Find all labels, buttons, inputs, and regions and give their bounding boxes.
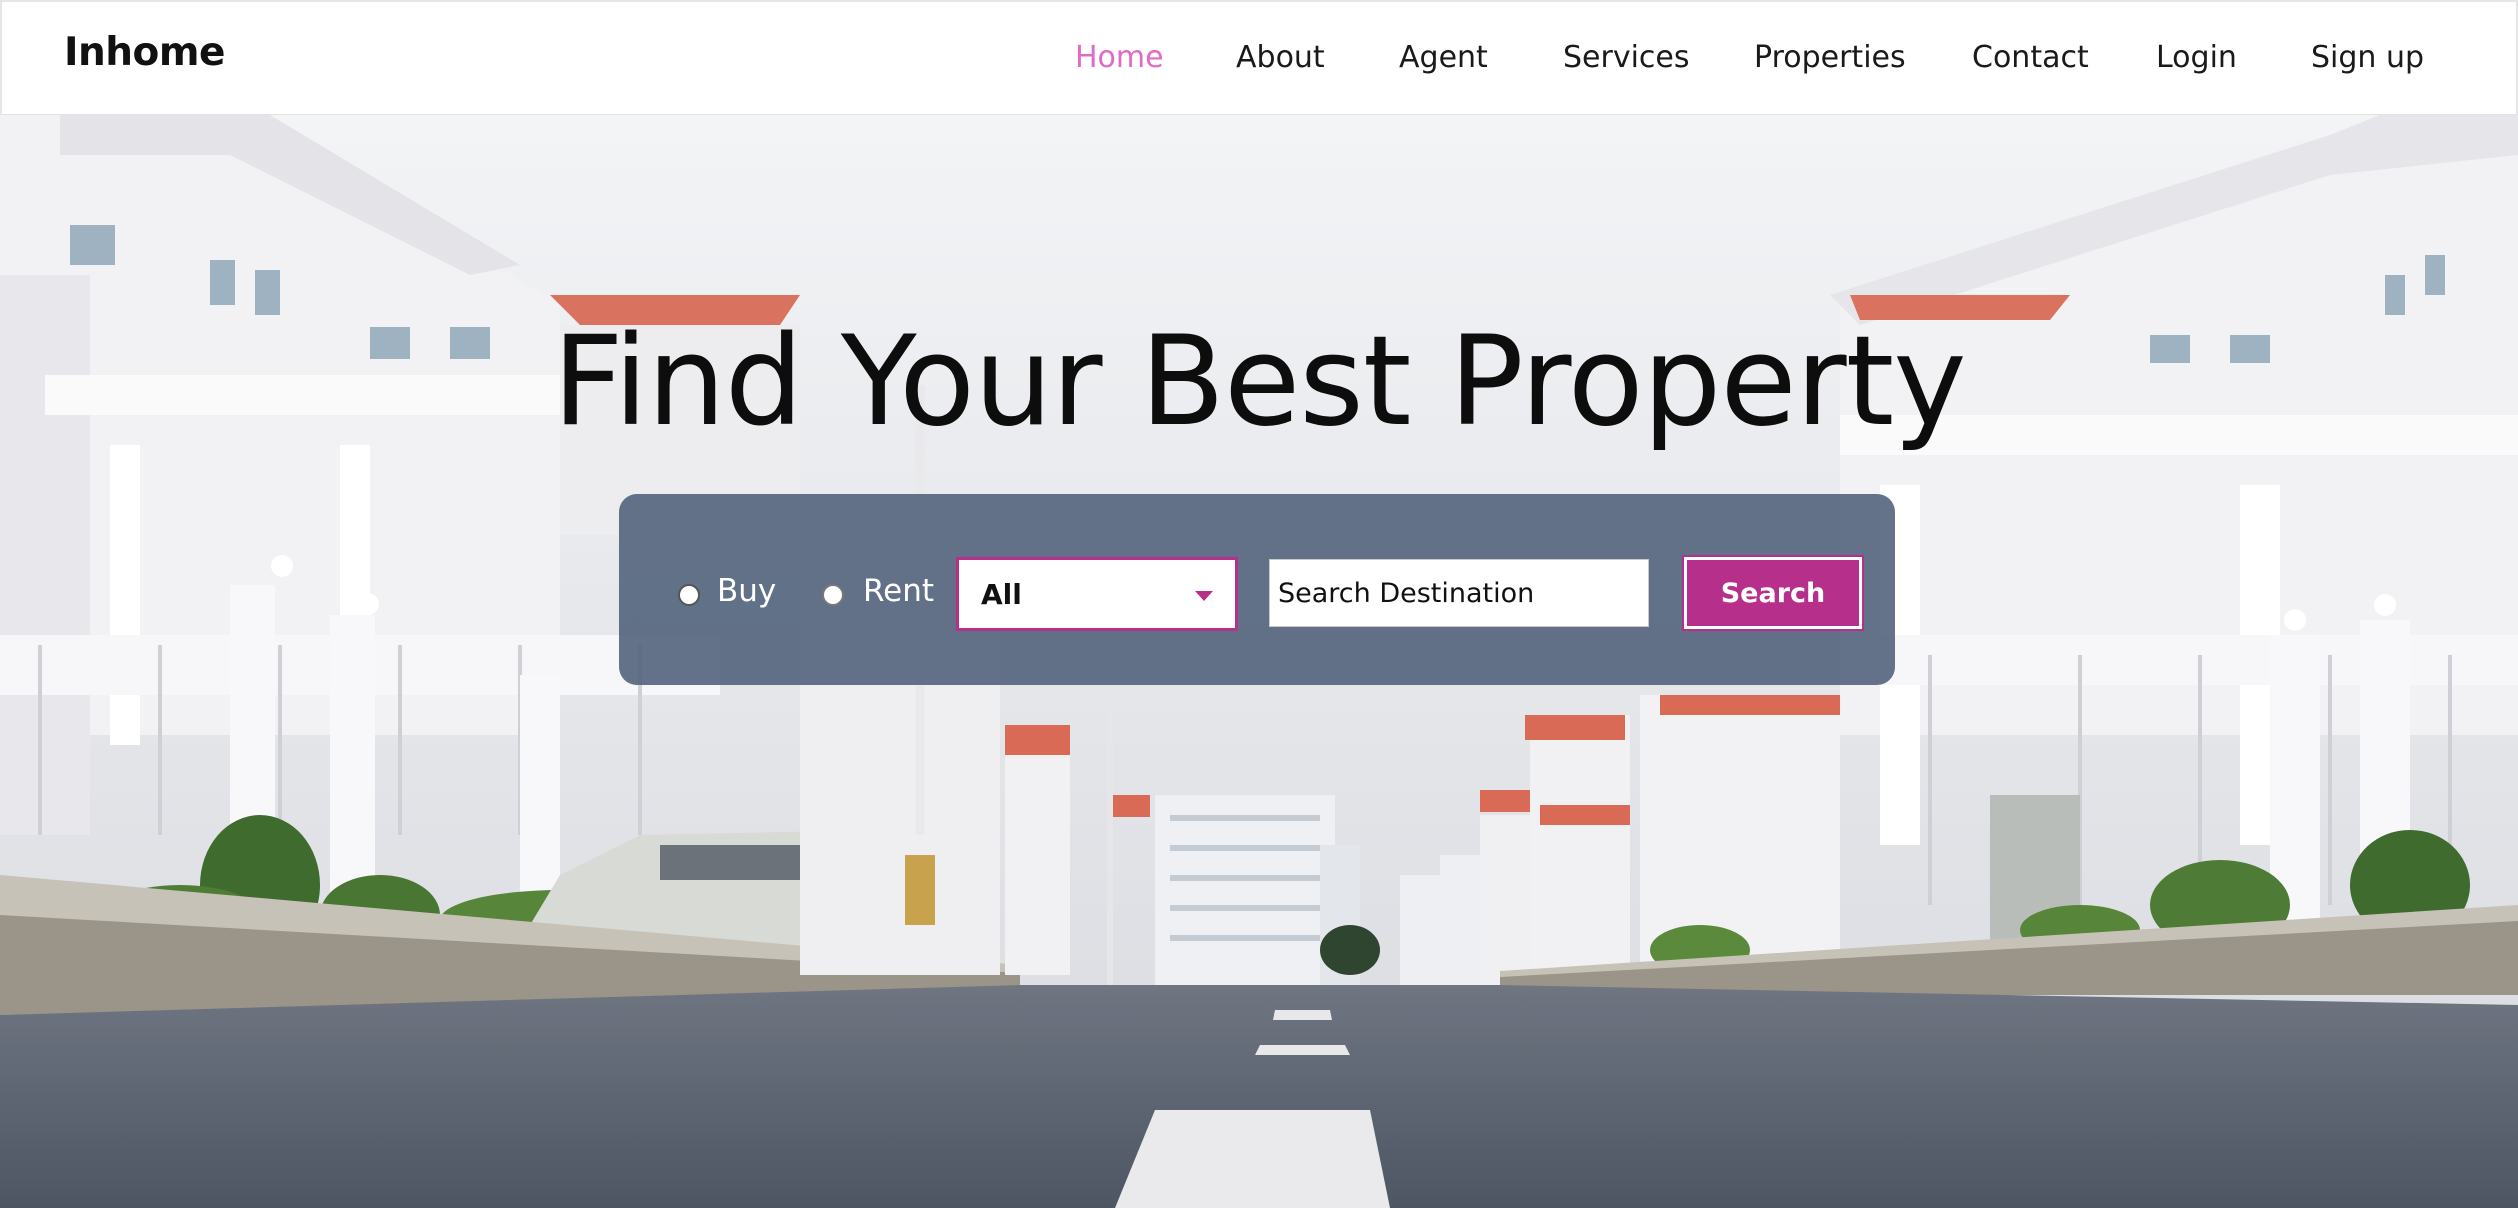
nav-contact[interactable]: Contact — [1972, 40, 2089, 75]
property-type-select[interactable]: All — [956, 557, 1238, 631]
hero-title: Find Your Best Property — [552, 310, 1966, 454]
hero-section: Find Your Best Property Buy Rent All Sea… — [0, 115, 2518, 1208]
property-type-select-value: All — [981, 578, 1022, 611]
radio-buy-label[interactable]: Buy — [717, 573, 776, 609]
nav-home[interactable]: Home — [1075, 40, 1164, 75]
search-button[interactable]: Search — [1684, 557, 1862, 629]
nav-properties[interactable]: Properties — [1754, 40, 1906, 75]
brand-logo[interactable]: Inhome — [64, 30, 225, 75]
nav-services[interactable]: Services — [1563, 40, 1690, 75]
chevron-down-icon — [1195, 591, 1213, 601]
radio-rent-label[interactable]: Rent — [863, 573, 934, 609]
radio-buy[interactable] — [678, 584, 700, 606]
nav-login[interactable]: Login — [2156, 40, 2237, 75]
destination-search-input[interactable] — [1269, 559, 1649, 627]
nav-signup[interactable]: Sign up — [2311, 40, 2424, 75]
navbar: Inhome Home About Agent Services Propert… — [0, 0, 2518, 115]
search-panel: Buy Rent All Search — [619, 494, 1895, 685]
nav-about[interactable]: About — [1236, 40, 1325, 75]
nav-agent[interactable]: Agent — [1399, 40, 1488, 75]
radio-rent[interactable] — [822, 584, 844, 606]
